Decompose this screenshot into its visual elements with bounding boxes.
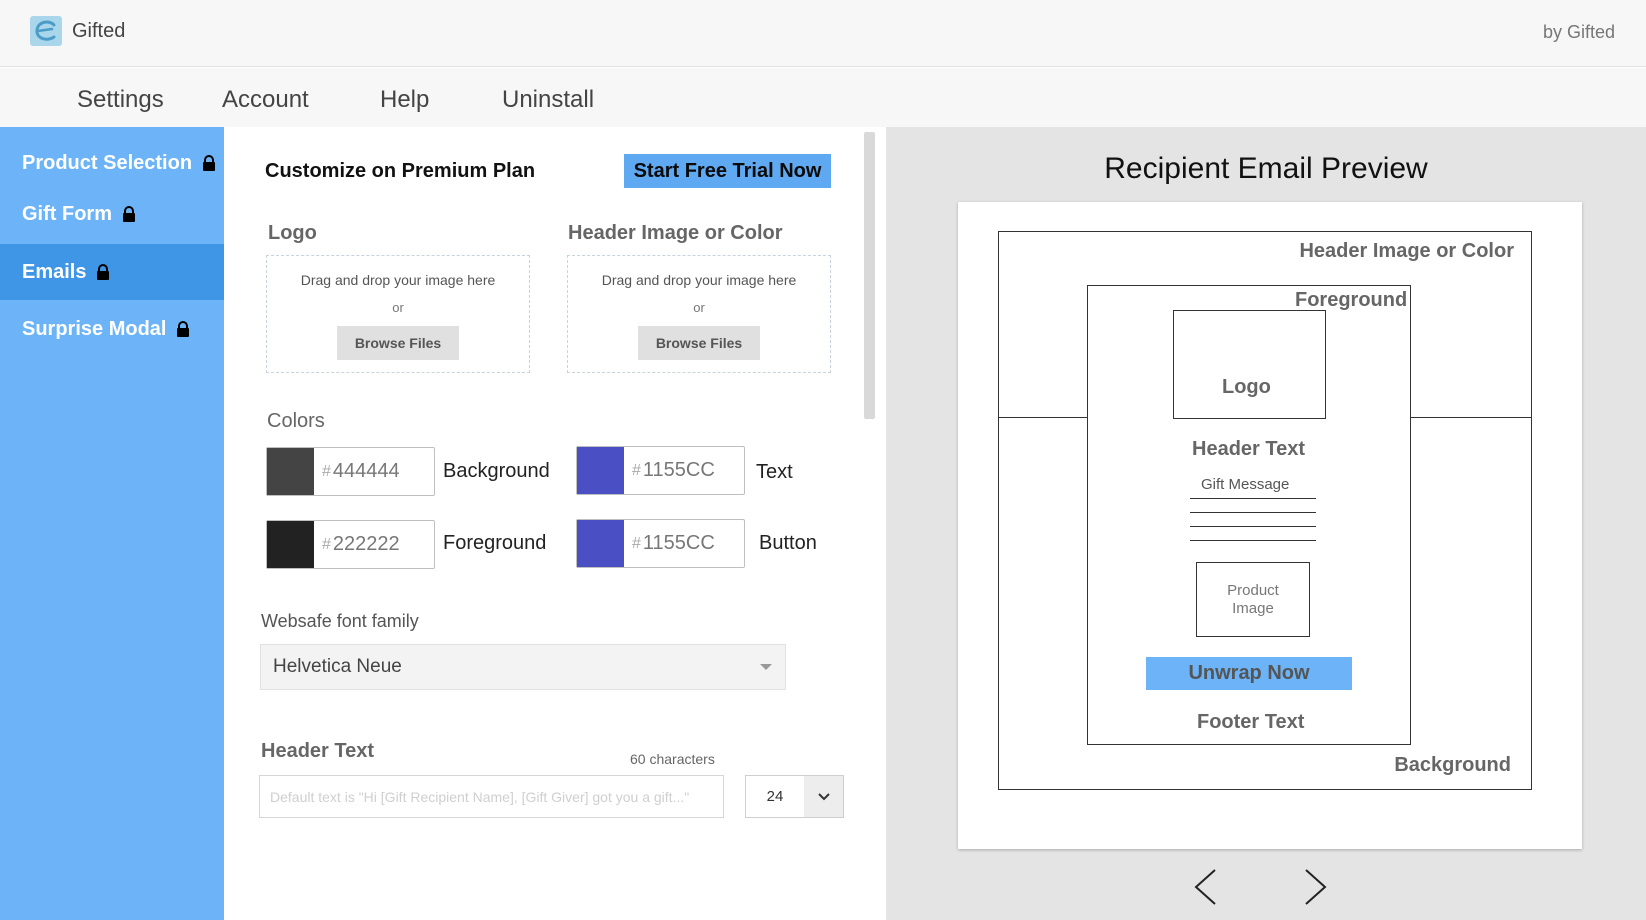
plan-title: Customize on Premium Plan xyxy=(265,160,536,182)
font-family-label: Websafe font family xyxy=(261,611,419,631)
dropzone-or: or xyxy=(693,300,705,315)
message-line xyxy=(1190,540,1316,541)
logo-browse-button[interactable]: Browse Files xyxy=(337,326,459,360)
sidebar-item-surprise-modal[interactable]: Surprise Modal xyxy=(0,303,224,355)
color-swatch[interactable] xyxy=(267,448,314,495)
preview-header-text: Header Text xyxy=(1192,438,1306,460)
background-color-picker[interactable]: #444444 xyxy=(266,447,435,496)
text-color-caption: Text xyxy=(756,461,793,483)
logo-dropzone[interactable]: Drag and drop your image here or Browse … xyxy=(266,255,530,373)
font-family-value: Helvetica Neue xyxy=(273,656,402,677)
byline: by Gifted xyxy=(1542,22,1615,42)
button-color-picker[interactable]: #1155CC xyxy=(576,519,745,568)
start-free-trial-button[interactable]: Start Free Trial Now xyxy=(624,154,831,188)
sidebar-item-product-selection[interactable]: Product Selection xyxy=(0,137,224,189)
nav-uninstall[interactable]: Uninstall xyxy=(502,86,594,114)
button-color-caption: Button xyxy=(759,532,817,554)
hex-value: 444444 xyxy=(332,460,400,482)
sidebar-item-label: Gift Form xyxy=(22,202,112,225)
colors-label: Colors xyxy=(267,410,325,432)
hex-value: 222222 xyxy=(332,533,400,555)
color-swatch[interactable] xyxy=(267,521,314,568)
header-image-dropzone[interactable]: Drag and drop your image here or Browse … xyxy=(567,255,831,373)
message-line xyxy=(1190,526,1316,527)
chevron-right-icon[interactable] xyxy=(1304,868,1328,906)
preview-footer-text: Footer Text xyxy=(1197,711,1305,733)
lock-icon xyxy=(97,264,110,280)
background-hex-input[interactable]: #444444 xyxy=(314,448,434,495)
sidebar: Product Selection Gift Form Emails Surpr… xyxy=(0,127,224,920)
text-hex-input[interactable]: #1155CC xyxy=(624,447,744,494)
foreground-color-picker[interactable]: #222222 xyxy=(266,520,435,569)
foreground-color-caption: Foreground xyxy=(443,532,547,554)
nav-settings[interactable]: Settings xyxy=(77,86,164,114)
preview-logo-label: Logo xyxy=(1222,376,1271,398)
sidebar-item-emails[interactable]: Emails xyxy=(0,244,224,300)
logo-label: Logo xyxy=(268,222,317,244)
message-line xyxy=(1190,512,1316,513)
sidebar-item-label: Product Selection xyxy=(22,151,193,174)
preview-gift-message: Gift Message xyxy=(1201,476,1290,493)
gifted-logo-icon xyxy=(30,16,62,46)
background-color-caption: Background xyxy=(443,460,550,482)
dropzone-text: Drag and drop your image here xyxy=(601,272,797,288)
chevron-down-icon xyxy=(760,664,772,670)
text-color-picker[interactable]: #1155CC xyxy=(576,446,745,495)
button-hex-input[interactable]: #1155CC xyxy=(624,520,744,567)
lock-icon xyxy=(203,155,216,171)
preview-product-image: Product Image xyxy=(1196,562,1310,637)
dropzone-or: or xyxy=(392,300,404,315)
header-image-label: Header Image or Color xyxy=(568,222,783,244)
preview-background-label: Background xyxy=(1394,754,1511,776)
char-limit-hint: 60 characters xyxy=(630,751,715,767)
top-bar: Gifted by Gifted xyxy=(0,0,1646,67)
chevron-left-icon[interactable] xyxy=(1193,868,1217,906)
nav-account[interactable]: Account xyxy=(222,86,309,114)
lock-icon xyxy=(123,206,135,222)
nav-help[interactable]: Help xyxy=(380,86,429,114)
product-image-label: Product Image xyxy=(1227,581,1279,617)
header-text-input[interactable] xyxy=(259,775,724,818)
header-text-label: Header Text xyxy=(261,740,375,762)
hex-value: 1155CC xyxy=(642,459,715,481)
dropzone-text: Drag and drop your image here xyxy=(300,272,496,288)
font-size-select[interactable]: 24 xyxy=(745,775,844,818)
panel-scrollbar[interactable] xyxy=(864,132,875,419)
hash-symbol: # xyxy=(322,535,331,553)
font-family-select[interactable]: Helvetica Neue xyxy=(260,644,786,690)
sidebar-item-label: Emails xyxy=(22,260,87,283)
sidebar-item-gift-form[interactable]: Gift Form xyxy=(0,188,224,240)
main-nav: Settings Account Help Uninstall xyxy=(0,68,1646,127)
preview-foreground-label: Foreground xyxy=(1295,289,1408,311)
header-image-browse-button[interactable]: Browse Files xyxy=(638,326,760,360)
sidebar-item-label: Surprise Modal xyxy=(22,317,167,340)
color-swatch[interactable] xyxy=(577,447,624,494)
app-title: Gifted xyxy=(72,20,126,42)
hash-symbol: # xyxy=(632,534,641,552)
font-size-value: 24 xyxy=(766,788,784,805)
hash-symbol: # xyxy=(322,462,331,480)
preview-unwrap-button[interactable]: Unwrap Now xyxy=(1146,657,1352,690)
preview-logo-box xyxy=(1173,310,1326,419)
color-swatch[interactable] xyxy=(577,520,624,567)
preview-title: Recipient Email Preview xyxy=(1104,152,1428,185)
lock-icon xyxy=(177,321,190,337)
foreground-hex-input[interactable]: #222222 xyxy=(314,521,434,568)
message-line xyxy=(1190,498,1316,499)
preview-header-image-label: Header Image or Color xyxy=(1299,240,1514,262)
hash-symbol: # xyxy=(632,461,641,479)
chevron-down-icon[interactable] xyxy=(804,776,843,817)
hex-value: 1155CC xyxy=(642,532,715,554)
